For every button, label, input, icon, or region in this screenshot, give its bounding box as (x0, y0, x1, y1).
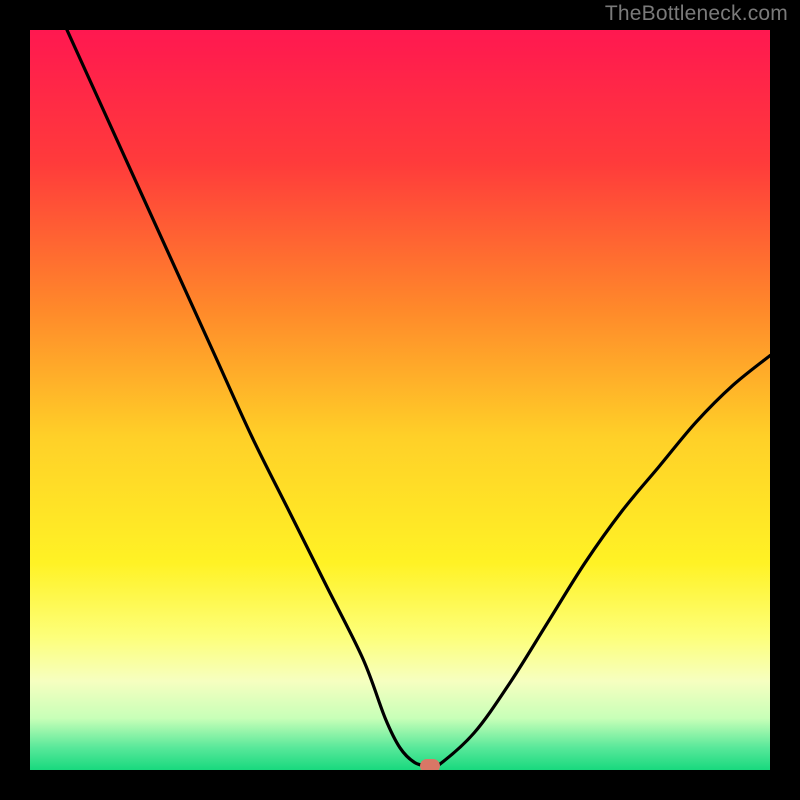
optimal-marker (420, 759, 440, 770)
bottleneck-chart (30, 30, 770, 770)
plot-area (30, 30, 770, 770)
gradient-background (30, 30, 770, 770)
watermark-text: TheBottleneck.com (605, 2, 788, 26)
chart-frame: TheBottleneck.com (0, 0, 800, 800)
